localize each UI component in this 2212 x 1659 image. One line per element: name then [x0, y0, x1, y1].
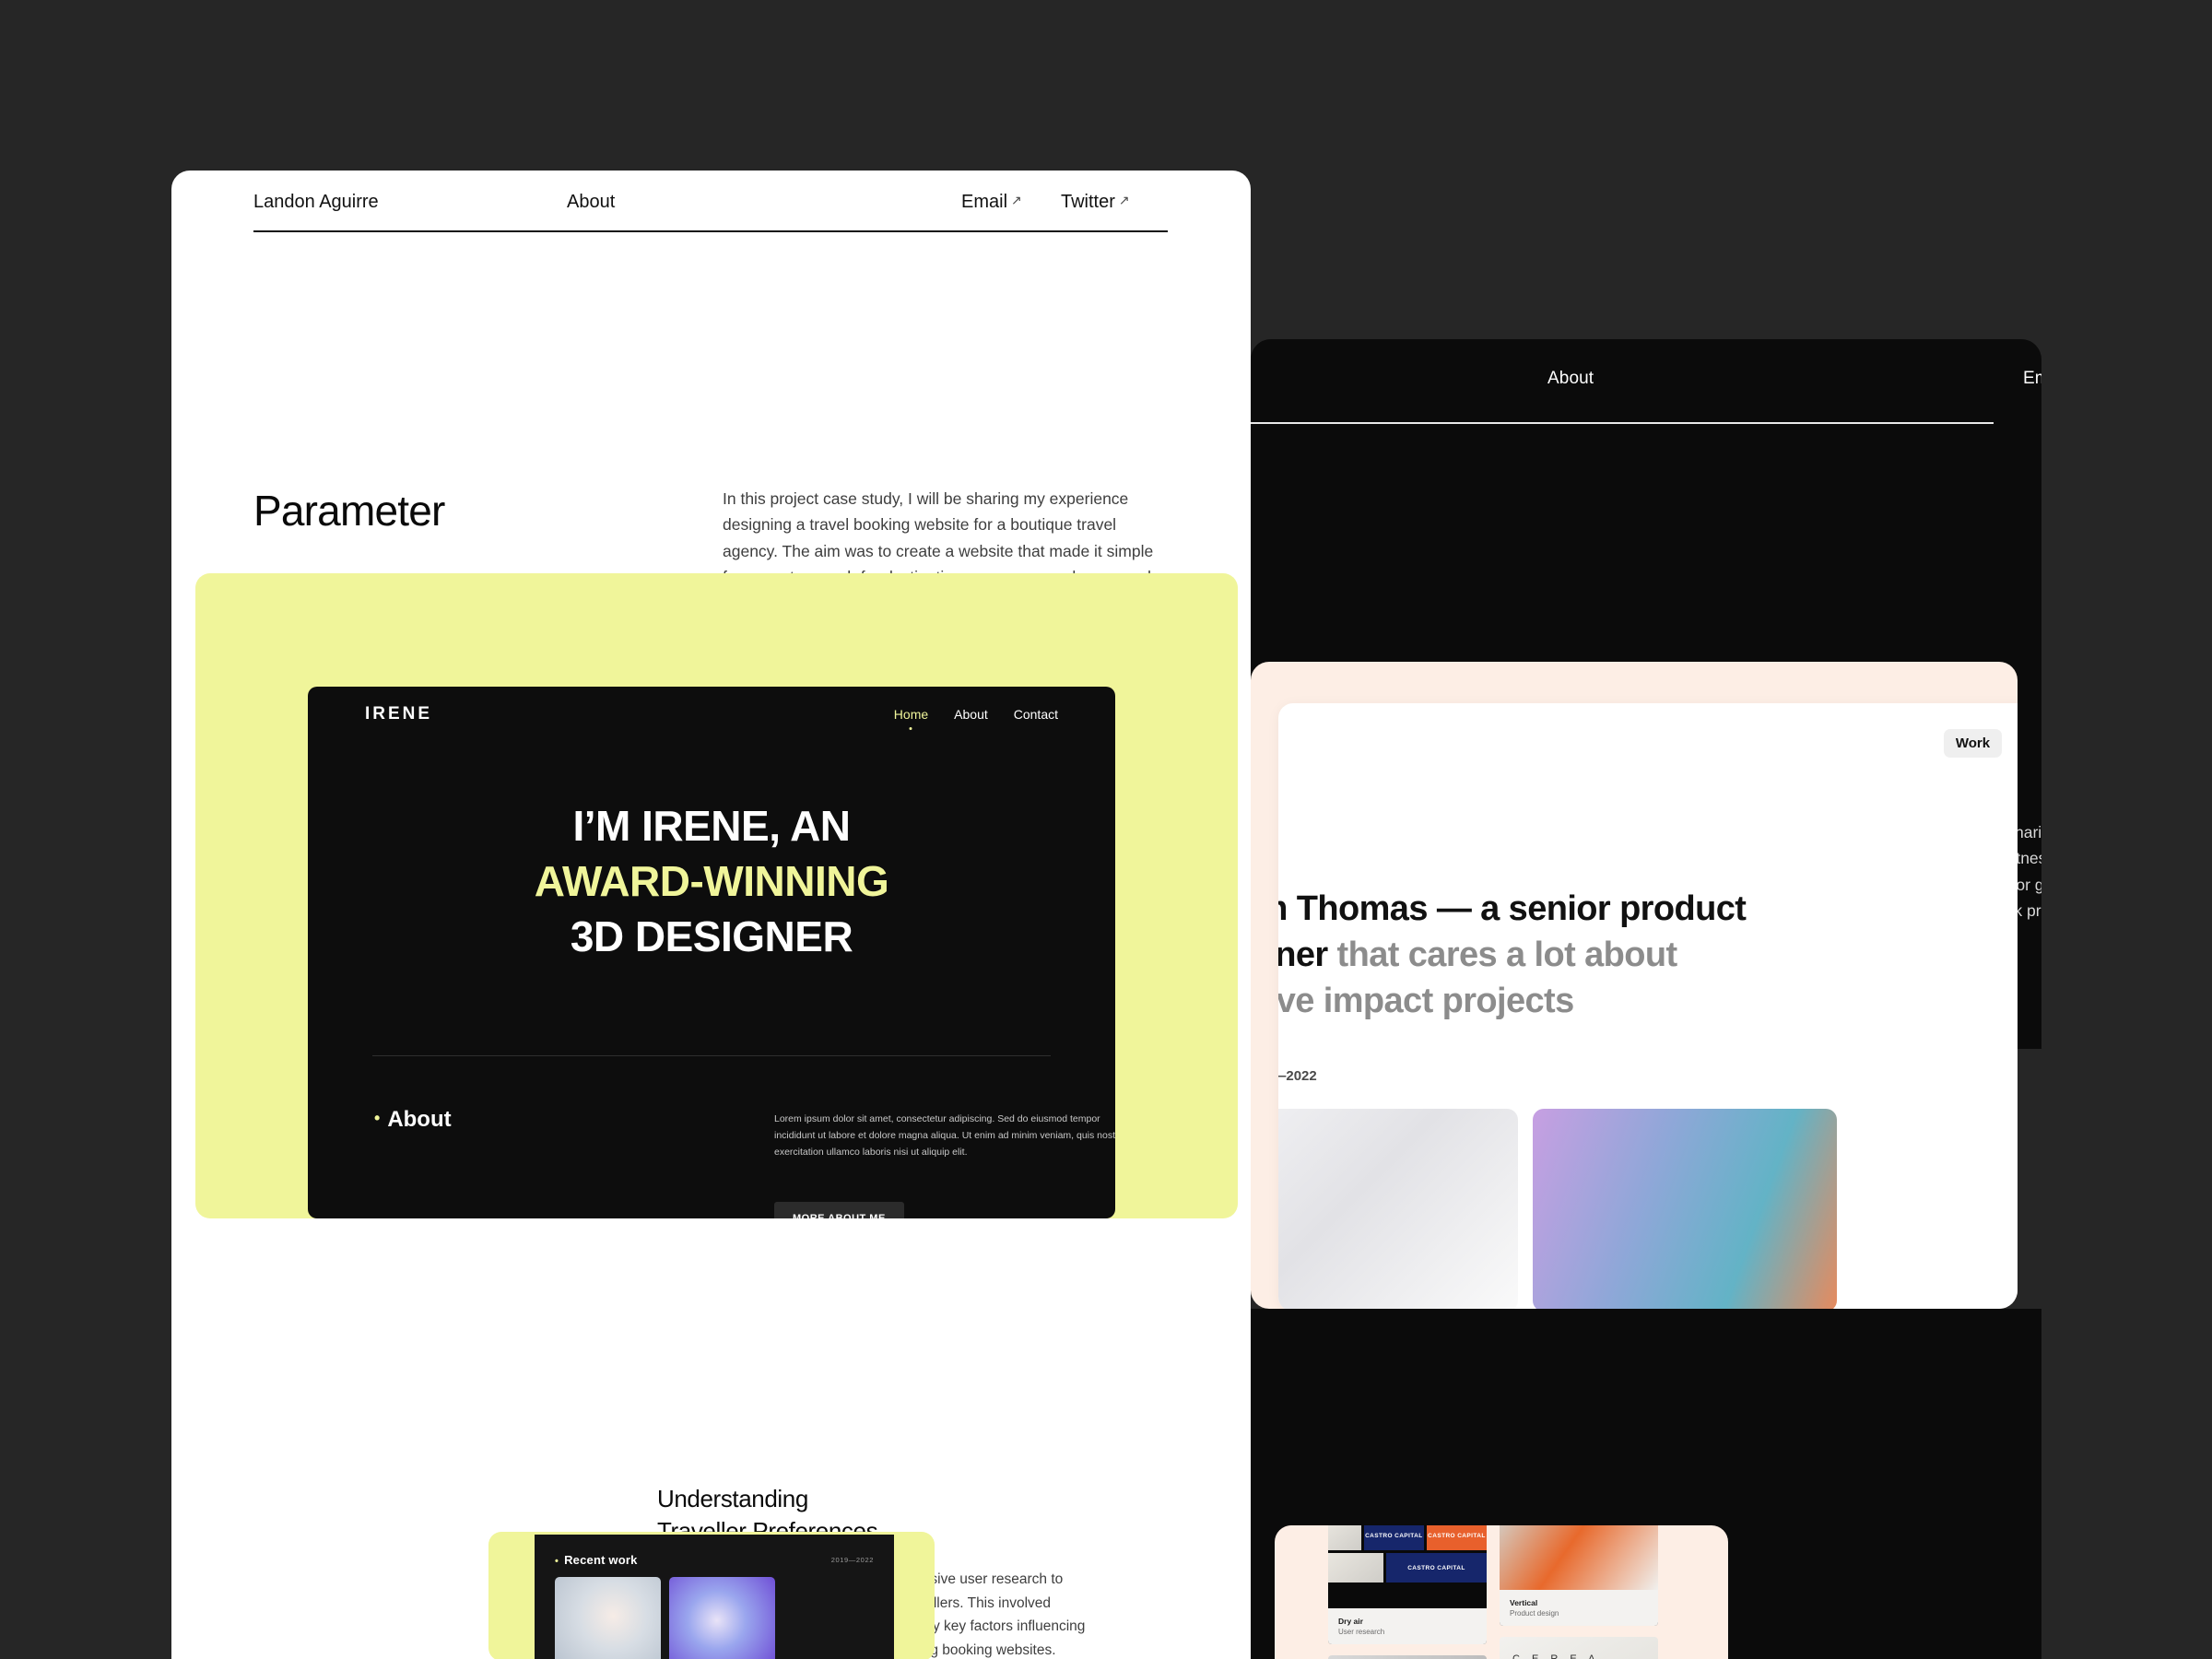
nav-item-twitter[interactable]: Twitter ↗: [1061, 192, 1130, 213]
dark-nav-email[interactable]: Email↗: [2023, 369, 2041, 389]
phone-in-hand-photo: [1500, 1525, 1658, 1590]
recent-work-thumbnail[interactable]: [555, 1577, 661, 1659]
pink-nav-about[interactable]: About: [2007, 729, 2018, 758]
castro-capital-collage: CASTRO CAPITAL CASTRO CAPITAL CASTRO CAP…: [1328, 1525, 1487, 1608]
recent-work-grid: [555, 1577, 775, 1659]
section-heading-line-1: Understanding: [657, 1485, 808, 1512]
works-grid: CASTRO CAPITAL CASTRO CAPITAL CASTRO CAP…: [1328, 1525, 1658, 1659]
thumbnail-image[interactable]: [1533, 1109, 1837, 1309]
external-link-icon: ↗: [1118, 193, 1130, 207]
showcase-nav-about[interactable]: About: [954, 707, 988, 722]
more-about-me-button[interactable]: MORE ABOUT ME: [774, 1202, 904, 1218]
hero-line-3: 3D DESIGNER: [570, 912, 853, 960]
cereal-photo-card[interactable]: [1500, 1637, 1658, 1659]
collage-row: CASTRO CAPITAL: [1328, 1553, 1487, 1583]
work-card-subtitle: User research: [1338, 1628, 1385, 1636]
pink-panel-years: 2018—2022: [1278, 1068, 1317, 1084]
work-card-dry-air[interactable]: CASTRO CAPITAL CASTRO CAPITAL CASTRO CAP…: [1328, 1525, 1487, 1644]
work-card-vertical[interactable]: Vertical Product design: [1500, 1525, 1658, 1626]
nav-twitter-label: Twitter: [1061, 192, 1115, 212]
bullet-dot-icon: •: [555, 1556, 559, 1567]
showcase-divider: [372, 1055, 1051, 1056]
thumbnail-image[interactable]: [1278, 1109, 1518, 1309]
showcase-nav-links: Home About Contact: [894, 707, 1058, 722]
showcase-nav-home[interactable]: Home: [894, 707, 928, 722]
showcase-nav: IRENE Home About Contact: [308, 687, 1115, 738]
pink-nav-work[interactable]: Work: [1943, 729, 2003, 758]
dark-panel-nav: About Email↗ Twitter↗: [1251, 339, 2041, 422]
work-card-title: Vertical: [1510, 1598, 1538, 1607]
works-column-left: CASTRO CAPITAL CASTRO CAPITAL CASTRO CAP…: [1328, 1525, 1487, 1659]
collage-row: CASTRO CAPITAL CASTRO CAPITAL: [1328, 1525, 1487, 1550]
pink-panel-thumbnails: [1278, 1109, 1837, 1309]
nav-divider: [253, 230, 1168, 232]
showcase-logo: IRENE: [365, 704, 433, 724]
screenshot-canvas: About Email↗ Twitter↗ Conditioning In th…: [0, 0, 2212, 1659]
works-column-right: Vertical Product design: [1500, 1525, 1658, 1659]
headline-muted-line: that cares a lot about: [1327, 935, 1678, 975]
showcase-about-body: Lorem ipsum dolor sit amet, consectetur …: [774, 1113, 1115, 1159]
showcase-about-text: About: [387, 1107, 452, 1132]
brand-name[interactable]: Landon Aguirre: [253, 192, 379, 213]
dark-nav-email-label: Email: [2023, 369, 2041, 388]
castro-label: CASTRO CAPITAL: [1385, 1553, 1487, 1583]
pink-panel-inner-card: Work About Contact Hi, I’m Thomas — a se…: [1278, 703, 2018, 1309]
nav-item-about[interactable]: About: [567, 192, 615, 213]
nav-item-email[interactable]: Email ↗: [961, 192, 1022, 213]
showcase-about-label: • About: [374, 1107, 452, 1133]
showcase-nav-contact[interactable]: Contact: [1014, 707, 1058, 722]
main-nav: Landon Aguirre About Email ↗ Twitter ↗: [253, 171, 1168, 235]
headline-bold-line: Hi, I’m Thomas — a senior product: [1278, 889, 1747, 928]
recent-work-label: Recent work: [564, 1553, 638, 1567]
page-title: Parameter: [253, 487, 445, 535]
work-card-placeholder[interactable]: [1328, 1655, 1487, 1659]
work-card-caption: Dry air User research: [1328, 1608, 1487, 1644]
pink-portfolio-panel: Work About Contact Hi, I’m Thomas — a se…: [1251, 662, 2018, 1309]
showcase-screenshot: IRENE Home About Contact I’M IRENE, AN A…: [308, 687, 1115, 1218]
work-card-caption: Vertical Product design: [1500, 1590, 1658, 1626]
pink-panel-headline: Hi, I’m Thomas — a senior product design…: [1278, 886, 2018, 1024]
hero-line-2: AWARD-WINNING: [534, 856, 889, 905]
showcase-hero-heading: I’M IRENE, AN AWARD-WINNING 3D DESIGNER: [308, 799, 1115, 964]
headline-muted-line-2: positive impact projects: [1278, 982, 1574, 1021]
recent-work-years: 2019—2022: [830, 1556, 874, 1564]
main-case-study-card: Landon Aguirre About Email ↗ Twitter ↗ Par…: [171, 171, 1251, 1659]
recent-work-thumbnail[interactable]: [669, 1577, 775, 1659]
dark-panel-divider: [1251, 422, 1994, 424]
collage-photo: [1328, 1525, 1361, 1550]
collage-photo: [1328, 1553, 1383, 1583]
work-card-title: Dry air: [1338, 1617, 1363, 1626]
castro-label: CASTRO CAPITAL: [1363, 1525, 1424, 1550]
external-link-icon: ↗: [1011, 193, 1022, 207]
works-grid-panel: CASTRO CAPITAL CASTRO CAPITAL CASTRO CAP…: [1275, 1525, 1728, 1659]
recent-work-title: • Recent work: [555, 1553, 638, 1567]
bullet-dot-icon: •: [374, 1109, 381, 1127]
dark-nav-about[interactable]: About: [1547, 369, 1594, 389]
pink-panel-nav: Work About Contact: [1943, 729, 2018, 758]
work-card-subtitle: Product design: [1510, 1609, 1559, 1618]
nav-email-label: Email: [961, 192, 1008, 212]
recent-work-header: • Recent work 2019—2022: [555, 1553, 874, 1567]
recent-work-screenshot: • Recent work 2019—2022: [535, 1535, 894, 1659]
headline-bold-word: designer: [1278, 935, 1328, 975]
castro-label: CASTRO CAPITAL: [1426, 1525, 1487, 1550]
hero-line-1: I’M IRENE, AN: [572, 802, 851, 850]
